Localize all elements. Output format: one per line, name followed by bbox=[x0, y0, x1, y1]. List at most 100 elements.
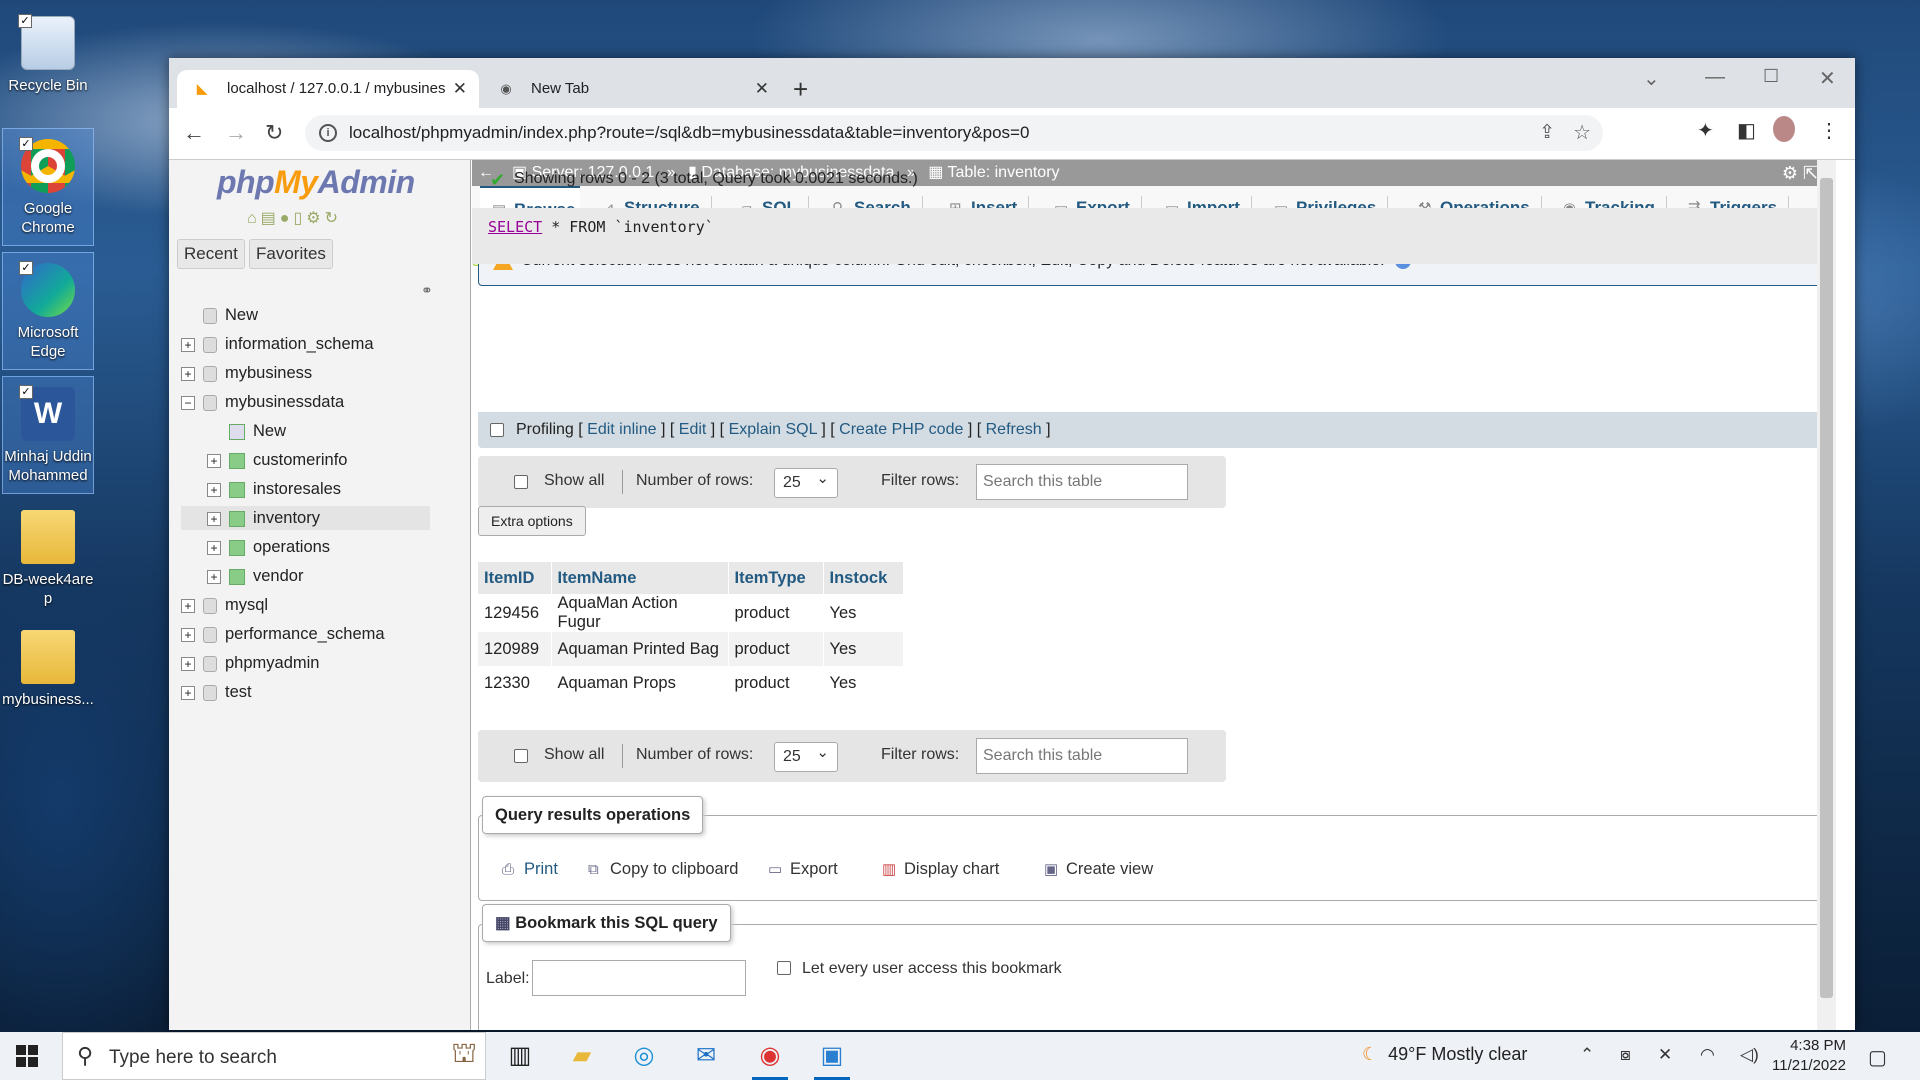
close-tab-icon[interactable]: ✕ bbox=[755, 70, 769, 108]
forward-icon[interactable]: → bbox=[225, 120, 247, 146]
url-text[interactable]: localhost/phpmyadmin/index.php?route=/sq… bbox=[349, 123, 1029, 143]
windows-start-icon[interactable] bbox=[16, 1045, 38, 1067]
column-header-itemid[interactable]: ItemID bbox=[478, 562, 552, 594]
tab-search-chevron-icon[interactable]: ⌄ bbox=[1643, 66, 1660, 91]
breadcrumb-table[interactable]: Table: inventory bbox=[947, 164, 1059, 181]
bookmark-share-checkbox[interactable] bbox=[777, 961, 791, 975]
expand-icon[interactable]: + bbox=[181, 598, 195, 613]
tree-item-new[interactable]: New bbox=[181, 305, 258, 325]
desktop-icon-folder-week4[interactable]: DB-week4are p bbox=[2, 500, 94, 618]
extra-options-button[interactable]: Extra options bbox=[478, 506, 586, 536]
side-panel-icon[interactable]: ◧ bbox=[1737, 118, 1756, 143]
close-window-icon[interactable]: ✕ bbox=[1819, 66, 1836, 91]
phpmyadmin-logo[interactable]: phpMyAdmin bbox=[217, 164, 415, 201]
copy-to-clipboard-link[interactable]: ⧉ Copy to clipboard bbox=[588, 860, 738, 879]
scrollbar-thumb[interactable] bbox=[1820, 178, 1833, 998]
tree-item-new-table[interactable]: New bbox=[181, 421, 286, 441]
number-of-rows-select[interactable]: 25 bbox=[774, 468, 838, 498]
tree-item-mybusiness[interactable]: + mybusiness bbox=[181, 363, 312, 383]
network-icon[interactable]: ◠ bbox=[1700, 1045, 1715, 1065]
create-view-link[interactable]: ▣ Create view bbox=[1044, 860, 1153, 879]
close-console-icon[interactable]: ⇱ bbox=[1803, 160, 1818, 186]
show-all-checkbox[interactable] bbox=[514, 475, 528, 489]
meet-now-icon[interactable]: ⧇ bbox=[1620, 1045, 1631, 1065]
tree-item-inventory[interactable]: + inventory bbox=[181, 506, 430, 530]
maximize-icon[interactable]: ☐ bbox=[1763, 66, 1779, 87]
filter-rows-input[interactable]: Search this table bbox=[976, 464, 1188, 500]
task-view-icon[interactable]: ▥ bbox=[502, 1040, 538, 1072]
menu-kebab-icon[interactable]: ⋮ bbox=[1819, 118, 1839, 143]
expand-icon[interactable]: + bbox=[181, 337, 195, 352]
notifications-icon[interactable]: ▢ bbox=[1868, 1045, 1887, 1070]
expand-icon[interactable]: + bbox=[207, 482, 221, 497]
page-settings-icon[interactable]: ⚙ bbox=[1782, 160, 1798, 186]
sql-keyword-select[interactable]: SELECT bbox=[488, 218, 542, 236]
tree-item-performance-schema[interactable]: + performance_schema bbox=[181, 624, 385, 644]
photos-icon[interactable]: ▣ bbox=[814, 1040, 850, 1080]
edit-link[interactable]: Edit bbox=[679, 421, 707, 438]
settings-gear-icon[interactable]: ⚙ bbox=[306, 210, 324, 227]
logout-icon[interactable]: ▤ bbox=[261, 210, 280, 227]
explain-sql-link[interactable]: Explain SQL bbox=[729, 421, 817, 438]
favorites-tab[interactable]: Favorites bbox=[249, 239, 333, 269]
display-chart-link[interactable]: ▥ Display chart bbox=[882, 860, 999, 879]
tree-item-mybusinessdata[interactable]: − mybusinessdata bbox=[181, 392, 344, 412]
tree-item-instoresales[interactable]: + instoresales bbox=[181, 479, 341, 499]
share-icon[interactable]: ⇪ bbox=[1539, 121, 1555, 144]
weather-widget[interactable]: ☾ 49°F Mostly clear bbox=[1362, 1044, 1527, 1065]
reload-icon[interactable]: ↻ bbox=[265, 120, 283, 146]
expand-icon[interactable]: + bbox=[181, 656, 195, 671]
refresh-link[interactable]: Refresh bbox=[986, 421, 1042, 438]
tree-item-operations[interactable]: + operations bbox=[181, 537, 330, 557]
collapse-icon[interactable]: − bbox=[181, 395, 195, 410]
volume-icon[interactable]: ◁) bbox=[1740, 1045, 1759, 1065]
docs-icon[interactable]: ▯ bbox=[293, 210, 306, 227]
back-icon[interactable]: ← bbox=[183, 120, 205, 146]
print-link[interactable]: ⎙ Print bbox=[502, 860, 558, 879]
export-link[interactable]: ▭ Export bbox=[768, 860, 838, 879]
tree-item-phpmyadmin[interactable]: + phpmyadmin bbox=[181, 653, 319, 673]
extensions-icon[interactable]: ✦ bbox=[1697, 118, 1714, 143]
expand-icon[interactable]: + bbox=[207, 569, 221, 584]
tree-item-test[interactable]: + test bbox=[181, 682, 252, 702]
expand-icon[interactable]: + bbox=[181, 685, 195, 700]
recent-tab[interactable]: Recent bbox=[177, 239, 245, 269]
chrome-taskbar-icon[interactable]: ◉ bbox=[752, 1040, 788, 1080]
address-bar[interactable]: i localhost/phpmyadmin/index.php?route=/… bbox=[305, 115, 1603, 151]
desktop-icon-word-doc[interactable]: ✓ W Minhaj Uddin Mohammed bbox=[2, 376, 94, 494]
column-header-itemname[interactable]: ItemName bbox=[551, 562, 729, 594]
link-collapse-icon[interactable]: ⚭ bbox=[421, 282, 433, 299]
help-icon[interactable]: ● bbox=[280, 210, 294, 227]
tree-item-mysql[interactable]: + mysql bbox=[181, 595, 268, 615]
column-header-instock[interactable]: Instock bbox=[823, 562, 904, 594]
tree-item-vendor[interactable]: + vendor bbox=[181, 566, 303, 586]
tab-phpmyadmin[interactable]: ◣ localhost / 127.0.0.1 / mybusines ✕ bbox=[177, 70, 479, 108]
column-header-itemtype[interactable]: ItemType bbox=[728, 562, 824, 594]
desktop-icon-recycle-bin[interactable]: ✓ Recycle Bin bbox=[2, 6, 94, 124]
bookmark-label-input[interactable] bbox=[532, 960, 746, 996]
number-of-rows-select[interactable]: 25 bbox=[774, 742, 838, 772]
file-explorer-icon[interactable]: ▰ bbox=[564, 1040, 600, 1072]
desktop-icon-chrome[interactable]: ✓ Google Chrome bbox=[2, 128, 94, 246]
expand-icon[interactable]: + bbox=[181, 366, 195, 381]
desktop-icon-folder-mybusiness[interactable]: mybusiness... bbox=[2, 620, 94, 738]
edge-taskbar-icon[interactable]: ◎ bbox=[626, 1040, 662, 1072]
vertical-scrollbar[interactable] bbox=[1817, 160, 1836, 1030]
tree-item-customerinfo[interactable]: + customerinfo bbox=[181, 450, 347, 470]
tree-item-information-schema[interactable]: + information_schema bbox=[181, 334, 374, 354]
expand-icon[interactable]: + bbox=[181, 627, 195, 642]
expand-icon[interactable]: + bbox=[207, 453, 221, 468]
desktop-icon-edge[interactable]: ✓ Microsoft Edge bbox=[2, 252, 94, 370]
site-info-icon[interactable]: i bbox=[319, 124, 337, 142]
mail-icon[interactable]: ✉ bbox=[688, 1040, 724, 1072]
create-php-code-link[interactable]: Create PHP code bbox=[839, 421, 963, 438]
expand-icon[interactable]: + bbox=[207, 540, 221, 555]
tab-new-tab[interactable]: ◉ New Tab ✕ bbox=[481, 70, 781, 108]
close-tab-icon[interactable]: ✕ bbox=[453, 70, 467, 108]
language-icon[interactable]: ✕ bbox=[1658, 1045, 1672, 1065]
edit-inline-link[interactable]: Edit inline bbox=[587, 421, 656, 438]
reload-nav-icon[interactable]: ↻ bbox=[325, 210, 342, 227]
bookmark-star-icon[interactable]: ☆ bbox=[1573, 120, 1591, 145]
minimize-icon[interactable]: — bbox=[1705, 66, 1725, 89]
profile-avatar[interactable] bbox=[1773, 116, 1795, 142]
